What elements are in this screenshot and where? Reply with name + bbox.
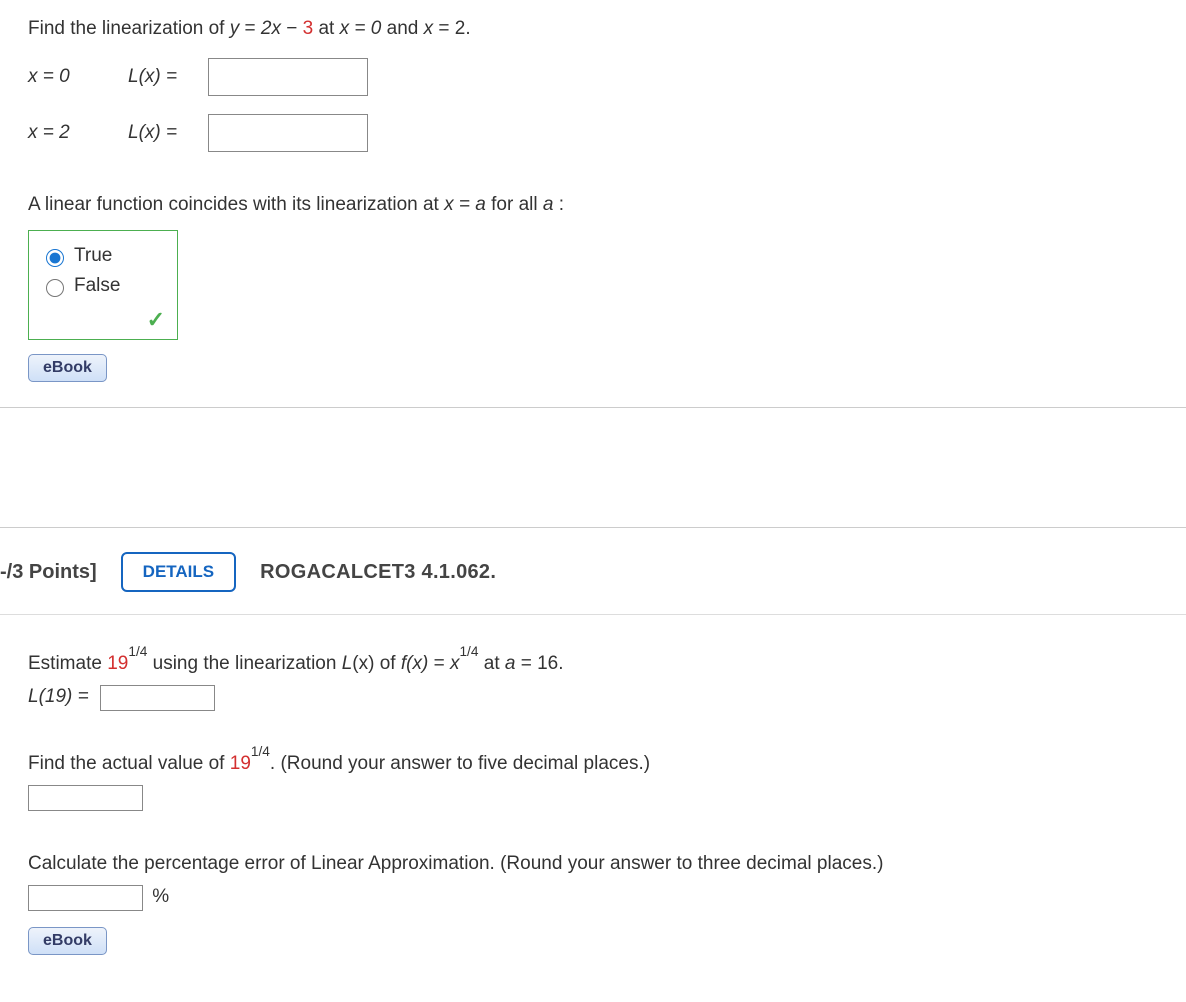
q1-eq: = (245, 18, 261, 39)
q1-x2eq: = 2. (438, 18, 470, 39)
q1-text: Find the linearization of (28, 18, 230, 39)
q1-row-x2: x = 2 L(x) = (28, 114, 1158, 152)
q1-mc-box: True False ✓ (28, 230, 178, 340)
q1-x0: x = 0 (340, 18, 382, 39)
q2-input-actual[interactable] (28, 785, 143, 811)
q1-row-x2-l: L(x) = (128, 122, 208, 144)
q1-and: and (387, 18, 424, 39)
q1-correct-indicator: ✓ (41, 301, 165, 333)
q1-row-x2-label: x = 2 (28, 122, 128, 144)
q1-radio-true[interactable] (46, 249, 64, 267)
q2-part1-prompt: Estimate 191/4 using the linearization L… (28, 653, 1158, 675)
q1-row-x0-label: x = 0 (28, 66, 128, 88)
q2-points: -/3 Points] (0, 561, 97, 584)
percent-label: % (152, 886, 169, 907)
q1-opt-false[interactable]: False (41, 271, 165, 301)
q1-input-lx2[interactable] (208, 114, 368, 152)
checkmark-icon: ✓ (147, 307, 165, 332)
q2-part3-prompt: Calculate the percentage error of Linear… (28, 853, 1158, 875)
q2-input-percent[interactable] (28, 885, 143, 911)
q2-part3-input-row: % (28, 885, 1158, 911)
q2-l19-label: L(19) = (28, 686, 89, 707)
q1-2x: 2x (261, 18, 281, 39)
q1-opt-false-label: False (74, 275, 120, 297)
q1-x2pre: x (424, 18, 434, 39)
q1-prompt: Find the linearization of y = 2x − 3 at … (28, 18, 1158, 40)
q1-row-x0-l: L(x) = (128, 66, 208, 88)
q1-linear-prompt: A linear function coincides with its lin… (28, 194, 1158, 216)
ebook-button-q2[interactable]: eBook (28, 927, 107, 955)
q2-header: -/3 Points] DETAILS ROGACALCET3 4.1.062. (0, 528, 1186, 615)
q2-source: ROGACALCET3 4.1.062. (260, 561, 496, 584)
q2-part2-prompt: Find the actual value of 191/4. (Round y… (28, 753, 1158, 775)
q1-y: y (230, 18, 240, 39)
q1-minus: − (286, 18, 302, 39)
q1-at: at (318, 18, 339, 39)
question-2: Estimate 191/4 using the linearization L… (0, 615, 1186, 975)
q2-input-l19[interactable] (100, 685, 215, 711)
q2-l19-row: L(19) = (28, 685, 1158, 711)
q1-3: 3 (303, 18, 314, 39)
ebook-button[interactable]: eBook (28, 354, 107, 382)
question-1: Find the linearization of y = 2x − 3 at … (0, 0, 1186, 408)
q1-radio-false[interactable] (46, 279, 64, 297)
q1-row-x0: x = 0 L(x) = (28, 58, 1158, 96)
q1-opt-true-label: True (74, 245, 112, 267)
q2-part2-input-row (28, 785, 1158, 811)
q1-opt-true[interactable]: True (41, 241, 165, 271)
details-button[interactable]: DETAILS (121, 552, 236, 592)
q1-input-lx0[interactable] (208, 58, 368, 96)
